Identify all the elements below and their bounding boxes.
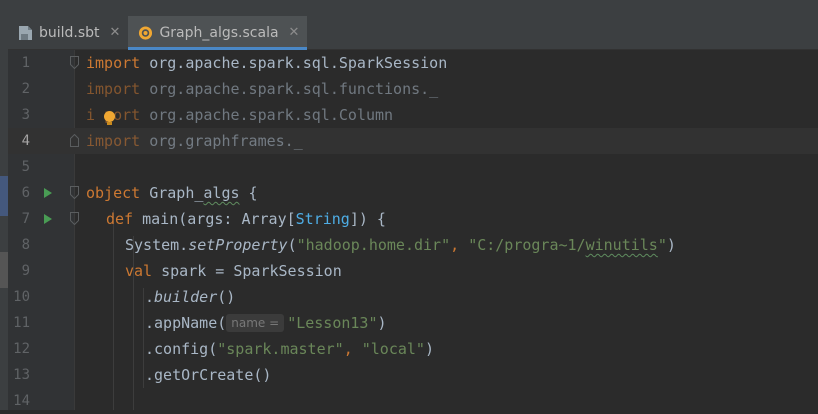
line-number: 5: [21, 159, 30, 175]
fold-start-icon[interactable]: [70, 212, 79, 225]
parameter-hint: name =: [226, 314, 285, 332]
code-text: val spark = SparkSession: [125, 262, 342, 280]
close-icon[interactable]: ✕: [289, 25, 300, 40]
line-number: 4: [21, 133, 30, 149]
code-line[interactable]: 12 .config("spark.master", "local"): [8, 336, 818, 362]
fold-start-icon[interactable]: [70, 186, 79, 199]
line-number: 6: [21, 185, 30, 201]
code-line[interactable]: 1 import org.apache.spark.sql.SparkSessi…: [8, 50, 818, 76]
close-icon[interactable]: ✕: [110, 25, 121, 40]
run-icon[interactable]: [44, 188, 52, 198]
line-number: 3: [21, 107, 30, 123]
code-text: object Graph_algs {: [86, 184, 258, 202]
line-number: 7: [21, 211, 30, 227]
lightbulb-icon[interactable]: [104, 111, 115, 125]
code-line-current[interactable]: 4 import org.graphframes._: [8, 128, 818, 154]
line-number: 9: [21, 263, 30, 279]
editor-tab-bar: build.sbt ✕ Graph_algs.scala ✕: [8, 16, 818, 50]
code-line[interactable]: 6 object Graph_algs {: [8, 180, 818, 206]
code-line[interactable]: 7 def main(args: Array[String]) {: [8, 206, 818, 232]
code-line[interactable]: 9 val spark = SparkSession: [8, 258, 818, 284]
tab-build-sbt[interactable]: build.sbt ✕: [8, 16, 128, 49]
code-text: .config("spark.master", "local"): [145, 340, 434, 358]
run-icon[interactable]: [44, 214, 52, 224]
scala-object-icon: [139, 25, 153, 40]
code-line[interactable]: 10 .builder(): [8, 284, 818, 310]
code-editor[interactable]: 1 import org.apache.spark.sql.SparkSessi…: [8, 50, 818, 410]
tab-label: Graph_algs.scala: [159, 24, 279, 41]
line-number: 8: [21, 237, 30, 253]
code-line[interactable]: 14: [8, 388, 818, 414]
window-top-strip: [0, 0, 818, 16]
code-text: .getOrCreate(): [145, 366, 272, 384]
project-tool-strip: [0, 16, 8, 410]
code-text: System.setProperty("hadoop.home.dir", "C…: [125, 236, 676, 254]
code-text: .builder(): [145, 288, 236, 306]
code-text: .appName(name = "Lesson13"): [145, 314, 387, 332]
code-text: import org.apache.spark.sql.Column: [86, 106, 394, 124]
fold-end-icon[interactable]: [70, 134, 79, 147]
code-line[interactable]: 2 import org.apache.spark.sql.functions.…: [8, 76, 818, 102]
line-number: 14: [13, 393, 30, 409]
line-number: 13: [13, 367, 30, 383]
code-text: import org.apache.spark.sql.SparkSession: [86, 54, 448, 72]
fold-start-icon[interactable]: [70, 56, 79, 69]
tool-strip-marker: [0, 252, 8, 288]
tool-strip-marker: [0, 176, 8, 216]
line-number: 10: [13, 289, 30, 305]
line-number: 12: [13, 341, 30, 357]
line-number: 2: [21, 81, 30, 97]
code-line[interactable]: 13 .getOrCreate(): [8, 362, 818, 388]
sbt-file-icon: [19, 25, 32, 40]
code-text: def main(args: Array[String]) {: [106, 210, 386, 228]
code-text: import org.apache.spark.sql.functions._: [86, 80, 439, 98]
line-number: 1: [21, 55, 30, 71]
code-line[interactable]: 8 System.setProperty("hadoop.home.dir", …: [8, 232, 818, 258]
code-line[interactable]: 3 import org.apache.spark.sql.Column: [8, 102, 818, 128]
tab-graph-algs-scala[interactable]: Graph_algs.scala ✕: [128, 16, 308, 50]
code-line[interactable]: 5: [8, 154, 818, 180]
code-text: import org.graphframes._: [86, 132, 303, 150]
line-number: 11: [13, 315, 30, 331]
code-line[interactable]: 11 .appName(name = "Lesson13"): [8, 310, 818, 336]
tab-label: build.sbt: [39, 24, 100, 41]
